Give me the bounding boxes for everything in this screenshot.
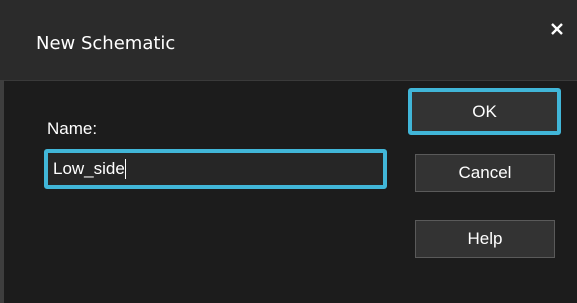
text-caret (124, 159, 126, 179)
cancel-button[interactable]: Cancel (415, 154, 555, 192)
close-icon (551, 23, 563, 35)
help-button[interactable]: Help (415, 220, 555, 258)
name-input-value: Low_side (53, 159, 125, 178)
close-button[interactable] (544, 16, 570, 42)
dialog-title: New Schematic (36, 33, 176, 54)
new-schematic-dialog: New Schematic Name: Low_side OK Cancel H… (0, 0, 577, 303)
name-field-focus-ring: Low_side (44, 149, 387, 189)
ok-button[interactable]: OK (408, 88, 561, 135)
dialog-left-edge (0, 80, 4, 303)
name-input[interactable]: Low_side (48, 153, 383, 185)
title-bar: New Schematic (0, 0, 577, 80)
name-label: Name: (47, 119, 98, 138)
